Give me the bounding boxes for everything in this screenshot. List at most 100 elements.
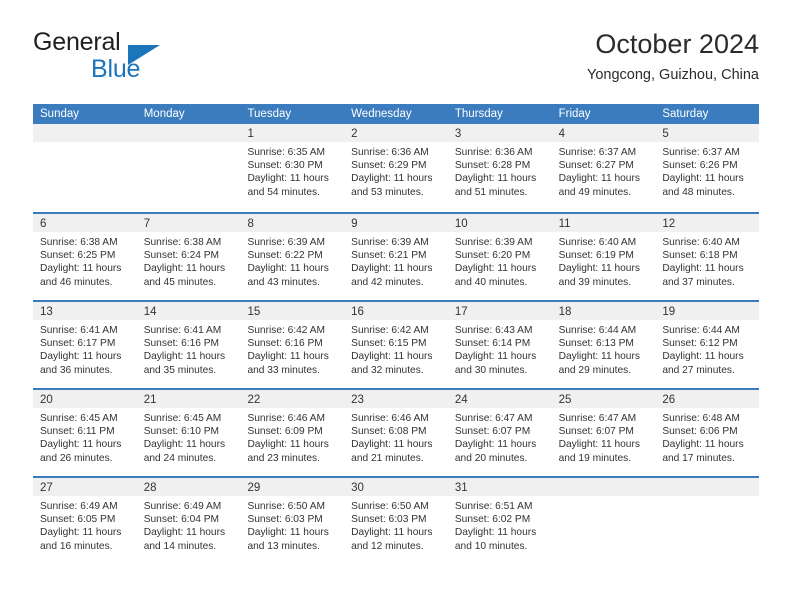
calendar-day-cell[interactable]: 22 Sunrise: 6:46 AM Sunset: 6:09 PM Dayligh… (240, 390, 345, 476)
calendar-day-cell[interactable]: 5 Sunrise: 6:37 AM Sunset: 6:26 PM Daylight… (655, 124, 760, 212)
day-detail-line: Sunrise: 6:45 AM (143, 413, 222, 424)
day-detail-line: Sunrise: 6:42 AM (351, 325, 429, 336)
calendar-day-cell[interactable]: 18 Sunrise: 6:44 AM Sunset: 6:13 PM Dayligh… (551, 302, 656, 388)
day-detail-line: Daylight: 11 hours (351, 439, 433, 451)
calendar-day-cell[interactable]: 14 Sunrise: 6:41 AM Sunset: 6:16 PM Dayligh… (136, 302, 241, 388)
calendar-day-cell[interactable]: 26 Sunrise: 6:48 AM Sunset: 6:06 PM Dayligh… (655, 390, 760, 476)
day-details: Sunrise: 6:50 AM Sunset: 6:03 PM Daylight:… (344, 496, 448, 553)
day-detail-line: and 26 minutes. (40, 452, 113, 464)
day-detail-line: Daylight: 11 hours (662, 351, 744, 363)
calendar-day-cell[interactable]: 20 Sunrise: 6:45 AM Sunset: 6:11 PM Dayligh… (33, 390, 137, 476)
day-number-band: 10 (447, 214, 552, 232)
calendar-day-cell[interactable]: 2 Sunrise: 6:36 AM Sunset: 6:29 PM Daylight… (344, 124, 448, 212)
day-detail-line: Sunset: 6:07 PM (454, 426, 531, 438)
calendar-day-cell[interactable]: 21 Sunrise: 6:45 AM Sunset: 6:10 PM Dayligh… (136, 390, 241, 476)
day-detail-line: and 43 minutes. (247, 276, 320, 288)
day-detail-line: Sunset: 6:09 PM (247, 426, 323, 438)
day-detail-line: Sunrise: 6:36 AM (351, 147, 429, 158)
day-detail-line: Sunset: 6:20 PM (454, 250, 531, 262)
day-detail-line: Sunset: 6:08 PM (351, 426, 427, 438)
day-detail-line: Sunrise: 6:35 AM (247, 147, 326, 158)
day-detail-line: Sunrise: 6:46 AM (247, 413, 326, 424)
weekday-header-sunday: Sunday (40, 108, 80, 120)
calendar-day-cell[interactable]: 28 Sunrise: 6:49 AM Sunset: 6:04 PM Dayligh… (136, 478, 241, 564)
day-number-band: 8 (240, 214, 345, 232)
day-detail-line: Sunset: 6:21 PM (351, 250, 427, 262)
day-details: Sunrise: 6:44 AM Sunset: 6:12 PM Daylight:… (655, 320, 759, 377)
weekday-header-saturday: Saturday (662, 108, 709, 120)
day-details: Sunrise: 6:40 AM Sunset: 6:19 PM Daylight:… (552, 232, 656, 289)
day-detail-line: Sunset: 6:24 PM (143, 250, 220, 262)
day-number: 20 (40, 394, 53, 406)
calendar-day-cell[interactable]: 24 Sunrise: 6:47 AM Sunset: 6:07 PM Dayligh… (447, 390, 552, 476)
day-detail-line: Daylight: 11 hours (40, 351, 122, 363)
day-details (655, 496, 759, 500)
day-details: Sunrise: 6:46 AM Sunset: 6:09 PM Daylight:… (240, 408, 344, 465)
day-detail-line: Sunset: 6:03 PM (247, 514, 323, 526)
day-number: 4 (558, 128, 565, 140)
day-details: Sunrise: 6:36 AM Sunset: 6:29 PM Daylight:… (344, 142, 448, 199)
day-number: 19 (662, 306, 676, 318)
day-detail-line: and 36 minutes. (40, 364, 113, 376)
calendar-day-cell[interactable]: 29 Sunrise: 6:50 AM Sunset: 6:03 PM Dayligh… (240, 478, 345, 564)
day-detail-line: Sunrise: 6:40 AM (558, 237, 637, 248)
day-detail-line: Daylight: 11 hours (247, 263, 329, 275)
day-details (33, 142, 137, 146)
day-detail-line: Sunrise: 6:50 AM (247, 501, 326, 512)
calendar-day-cell-empty (136, 124, 241, 212)
calendar-day-cell[interactable]: 11 Sunrise: 6:40 AM Sunset: 6:19 PM Dayligh… (551, 214, 656, 300)
calendar-day-cell[interactable]: 23 Sunrise: 6:46 AM Sunset: 6:08 PM Dayligh… (344, 390, 448, 476)
day-details (137, 142, 241, 146)
day-number: 17 (454, 306, 468, 318)
calendar-week-row: 13 Sunrise: 6:41 AM Sunset: 6:17 PM Dayligh… (33, 300, 760, 388)
calendar-day-cell[interactable]: 17 Sunrise: 6:43 AM Sunset: 6:14 PM Dayligh… (447, 302, 552, 388)
day-number: 26 (662, 394, 676, 406)
calendar-day-cell[interactable]: 25 Sunrise: 6:47 AM Sunset: 6:07 PM Dayligh… (551, 390, 656, 476)
calendar-day-cell-empty (551, 478, 656, 564)
day-detail-line: Sunset: 6:27 PM (558, 160, 634, 172)
day-detail-line: and 10 minutes. (454, 540, 528, 552)
calendar-day-cell[interactable]: 27 Sunrise: 6:49 AM Sunset: 6:05 PM Dayligh… (33, 478, 137, 564)
day-detail-line: Sunset: 6:13 PM (558, 338, 634, 350)
day-number: 16 (351, 306, 364, 318)
day-detail-line: Daylight: 11 hours (558, 173, 640, 185)
day-number: 23 (351, 394, 364, 406)
weekday-header-wednesday: Wednesday (351, 108, 412, 120)
day-number-band: 12 (655, 214, 760, 232)
calendar-day-cell[interactable]: 4 Sunrise: 6:37 AM Sunset: 6:27 PM Daylight… (551, 124, 656, 212)
calendar-day-cell[interactable]: 13 Sunrise: 6:41 AM Sunset: 6:17 PM Dayligh… (33, 302, 137, 388)
day-detail-line: Daylight: 11 hours (454, 263, 537, 275)
day-detail-line: and 54 minutes. (247, 186, 320, 198)
day-detail-line: and 14 minutes. (143, 540, 217, 552)
day-detail-line: and 53 minutes. (351, 186, 424, 198)
calendar-day-cell[interactable]: 6 Sunrise: 6:38 AM Sunset: 6:25 PM Daylight… (33, 214, 137, 300)
day-detail-line: Sunset: 6:11 PM (40, 426, 115, 438)
day-number: 21 (143, 394, 157, 406)
calendar-day-cell[interactable]: 10 Sunrise: 6:39 AM Sunset: 6:20 PM Dayligh… (447, 214, 552, 300)
calendar-day-cell[interactable]: 16 Sunrise: 6:42 AM Sunset: 6:15 PM Dayligh… (344, 302, 448, 388)
calendar-day-cell[interactable]: 9 Sunrise: 6:39 AM Sunset: 6:21 PM Daylight… (344, 214, 448, 300)
calendar-day-cell[interactable]: 12 Sunrise: 6:40 AM Sunset: 6:18 PM Dayligh… (655, 214, 760, 300)
day-number-band: 7 (136, 214, 241, 232)
calendar-day-cell[interactable]: 31 Sunrise: 6:51 AM Sunset: 6:02 PM Dayligh… (447, 478, 552, 564)
day-details: Sunrise: 6:51 AM Sunset: 6:02 PM Daylight:… (448, 496, 552, 553)
calendar-day-cell[interactable]: 15 Sunrise: 6:42 AM Sunset: 6:16 PM Dayligh… (240, 302, 345, 388)
day-number-band: 18 (551, 302, 656, 320)
calendar-day-cell[interactable]: 19 Sunrise: 6:44 AM Sunset: 6:12 PM Dayligh… (655, 302, 760, 388)
day-detail-line: Sunset: 6:14 PM (454, 338, 531, 350)
day-number-band: 2 (344, 124, 448, 142)
calendar-day-cell[interactable]: 1 Sunrise: 6:35 AM Sunset: 6:30 PM Daylight… (240, 124, 345, 212)
day-details: Sunrise: 6:40 AM Sunset: 6:18 PM Daylight:… (655, 232, 759, 289)
day-number-band: 22 (240, 390, 345, 408)
calendar-day-cell[interactable]: 30 Sunrise: 6:50 AM Sunset: 6:03 PM Dayligh… (344, 478, 448, 564)
day-detail-line: Daylight: 11 hours (351, 351, 433, 363)
day-number: 13 (40, 306, 53, 318)
calendar-day-cell[interactable]: 8 Sunrise: 6:39 AM Sunset: 6:22 PM Daylight… (240, 214, 345, 300)
day-detail-line: Sunset: 6:29 PM (351, 160, 427, 172)
day-detail-line: and 12 minutes. (351, 540, 424, 552)
day-number-band: 24 (447, 390, 552, 408)
day-number: 11 (558, 218, 571, 230)
calendar-day-cell[interactable]: 3 Sunrise: 6:36 AM Sunset: 6:28 PM Daylight… (447, 124, 552, 212)
calendar-day-cell[interactable]: 7 Sunrise: 6:38 AM Sunset: 6:24 PM Daylight… (136, 214, 241, 300)
day-detail-line: Sunrise: 6:47 AM (558, 413, 637, 424)
